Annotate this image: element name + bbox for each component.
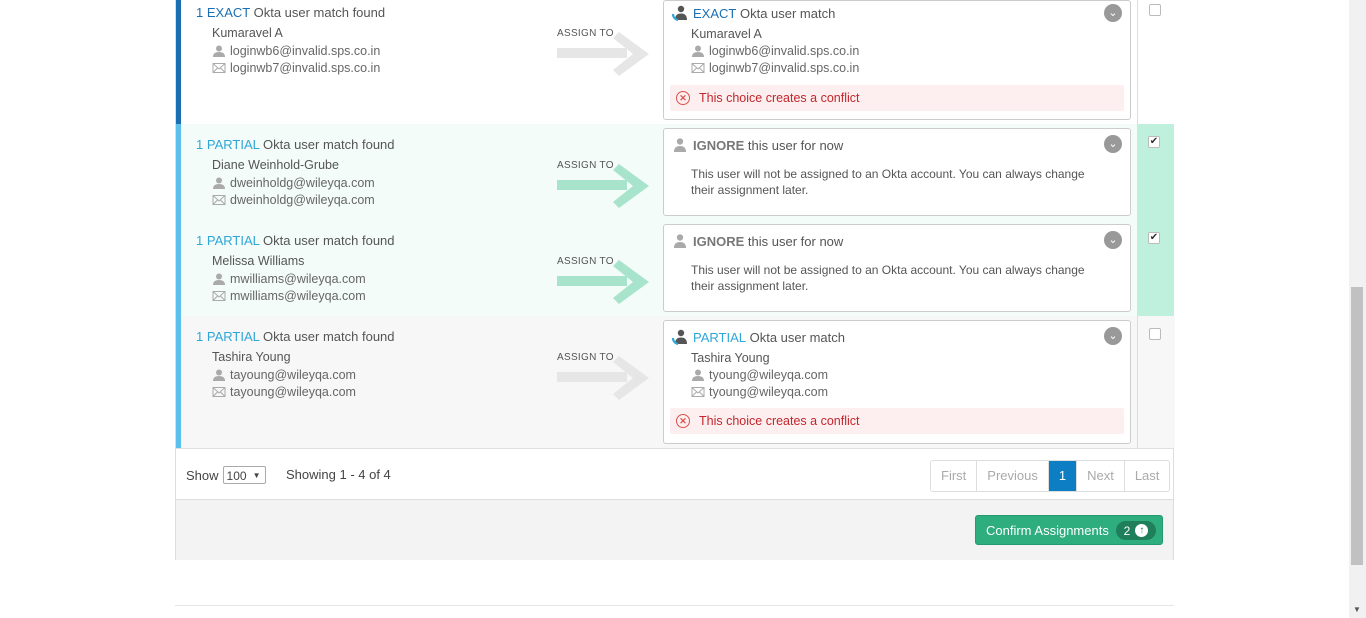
assignment-choice-card[interactable]: EXACT Okta user match ⌄ Kumaravel A logi… bbox=[663, 0, 1131, 120]
choice-header: IGNORE this user for now bbox=[672, 233, 843, 249]
pager-page-1[interactable]: 1 bbox=[1048, 461, 1078, 491]
assign-arrow-icon bbox=[557, 356, 649, 400]
chevron-down-icon[interactable]: ⌄ bbox=[1104, 327, 1122, 345]
user-name: Kumaravel A bbox=[212, 26, 283, 40]
assign-arrow-icon bbox=[557, 32, 649, 76]
user-icon bbox=[674, 234, 686, 248]
choice-header: IGNORE this user for now bbox=[672, 137, 843, 153]
assign-arrow-icon bbox=[557, 164, 649, 208]
row-checkbox[interactable] bbox=[1149, 328, 1161, 340]
pager-first[interactable]: First bbox=[931, 461, 978, 491]
choice-name: Kumaravel A bbox=[691, 27, 762, 41]
user-name: Diane Weinhold-Grube bbox=[212, 158, 339, 172]
assignment-choice-card[interactable]: PARTIAL Okta user match ⌄ Tashira Young … bbox=[663, 320, 1131, 444]
match-summary: 1 PARTIAL Okta user match found bbox=[196, 233, 395, 248]
ignore-message: This user will not be assigned to an Okt… bbox=[691, 167, 1085, 197]
row-select-cell bbox=[1137, 316, 1175, 448]
choice-email: loginwb7@invalid.sps.co.in bbox=[691, 61, 859, 75]
pagination-bar: Show 100 ▼ Showing 1 - 4 of 4 First Prev… bbox=[176, 448, 1173, 500]
assignment-choice-card[interactable]: IGNORE this user for now ⌄ This user wil… bbox=[663, 128, 1131, 216]
envelope-icon bbox=[212, 195, 226, 205]
user-row: 1 PARTIAL Okta user match found Tashira … bbox=[176, 316, 1137, 448]
match-summary: 1 EXACT Okta user match found bbox=[196, 5, 386, 20]
user-email: dweinholdg@wileyqa.com bbox=[212, 193, 375, 207]
user-email: tayoung@wileyqa.com bbox=[212, 385, 356, 399]
conflict-warning: ✕ This choice creates a conflict bbox=[670, 408, 1124, 434]
choice-username: tyoung@wileyqa.com bbox=[691, 368, 828, 382]
choice-name: Tashira Young bbox=[691, 351, 770, 365]
chevron-down-icon[interactable]: ⌄ bbox=[1104, 135, 1122, 153]
match-summary: 1 PARTIAL Okta user match found bbox=[196, 329, 395, 344]
arrow-up-circle-icon: ↑ bbox=[1135, 524, 1149, 537]
user-match-icon bbox=[672, 329, 687, 345]
user-username: tayoung@wileyqa.com bbox=[212, 368, 356, 382]
row-select-cell: ✔ bbox=[1137, 220, 1174, 316]
user-email: loginwb7@invalid.sps.co.in bbox=[212, 61, 380, 75]
pager-previous[interactable]: Previous bbox=[977, 461, 1049, 491]
pager: First Previous 1 Next Last bbox=[930, 460, 1171, 492]
ignore-message: This user will not be assigned to an Okt… bbox=[691, 263, 1085, 293]
row-stripe bbox=[176, 220, 181, 316]
row-checkbox[interactable]: ✔ bbox=[1148, 136, 1160, 148]
user-email: mwilliams@wileyqa.com bbox=[212, 289, 366, 303]
showing-count: Showing 1 - 4 of 4 bbox=[286, 467, 391, 482]
row-select-cell: ✔ bbox=[1137, 124, 1174, 220]
page-size-select[interactable]: 100 ▼ bbox=[222, 466, 266, 484]
envelope-icon bbox=[212, 387, 226, 397]
row-stripe bbox=[176, 316, 181, 448]
pager-last[interactable]: Last bbox=[1124, 461, 1170, 491]
envelope-icon bbox=[212, 63, 226, 73]
user-icon bbox=[692, 369, 704, 381]
envelope-icon bbox=[691, 63, 705, 73]
user-row: 1 PARTIAL Okta user match found Diane We… bbox=[176, 124, 1137, 220]
user-icon bbox=[213, 177, 225, 189]
user-row: 1 PARTIAL Okta user match found Melissa … bbox=[176, 220, 1137, 316]
scroll-down-icon[interactable]: ▼ bbox=[1353, 605, 1361, 614]
chevron-down-icon[interactable]: ⌄ bbox=[1104, 4, 1122, 22]
envelope-icon bbox=[212, 291, 226, 301]
user-row: 1 EXACT Okta user match found Kumaravel … bbox=[176, 0, 1137, 124]
envelope-icon bbox=[691, 387, 705, 397]
user-username: loginwb6@invalid.sps.co.in bbox=[212, 44, 380, 58]
show-label: Show bbox=[186, 467, 219, 483]
chevron-down-icon[interactable]: ⌄ bbox=[1104, 231, 1122, 249]
pager-next[interactable]: Next bbox=[1077, 461, 1125, 491]
row-stripe bbox=[176, 0, 181, 124]
vertical-scrollbar[interactable]: ▼ bbox=[1349, 0, 1366, 618]
assignment-choice-card[interactable]: IGNORE this user for now ⌄ This user wil… bbox=[663, 224, 1131, 312]
assign-arrow-icon bbox=[557, 260, 649, 304]
user-name: Melissa Williams bbox=[212, 254, 305, 268]
user-icon bbox=[674, 138, 686, 152]
scrollbar-thumb[interactable] bbox=[1351, 287, 1363, 565]
row-stripe bbox=[176, 124, 181, 220]
choice-header: PARTIAL Okta user match bbox=[672, 329, 845, 345]
user-match-icon bbox=[672, 5, 687, 21]
row-checkbox[interactable]: ✔ bbox=[1148, 232, 1160, 244]
user-icon bbox=[213, 45, 225, 57]
action-bar: Confirm Assignments 2 ↑ bbox=[176, 499, 1173, 560]
page-divider bbox=[175, 605, 1174, 606]
row-select-cell bbox=[1137, 0, 1175, 124]
choice-username: loginwb6@invalid.sps.co.in bbox=[691, 44, 859, 58]
user-name: Tashira Young bbox=[212, 350, 291, 364]
confirm-count-badge: 2 ↑ bbox=[1116, 521, 1156, 540]
user-icon bbox=[213, 273, 225, 285]
match-summary: 1 PARTIAL Okta user match found bbox=[196, 137, 395, 152]
error-circle-icon: ✕ bbox=[676, 414, 690, 428]
row-checkbox[interactable] bbox=[1149, 4, 1161, 16]
user-username: dweinholdg@wileyqa.com bbox=[212, 176, 375, 190]
assignments-panel: 1 EXACT Okta user match found Kumaravel … bbox=[175, 0, 1175, 560]
user-icon bbox=[692, 45, 704, 57]
chevron-down-icon: ▼ bbox=[252, 471, 261, 480]
user-icon bbox=[213, 369, 225, 381]
conflict-warning: ✕ This choice creates a conflict bbox=[670, 85, 1124, 111]
choice-email: tyoung@wileyqa.com bbox=[691, 385, 828, 399]
confirm-assignments-button[interactable]: Confirm Assignments 2 ↑ bbox=[975, 515, 1163, 545]
confirm-label: Confirm Assignments bbox=[986, 522, 1109, 538]
choice-header: EXACT Okta user match bbox=[672, 5, 835, 21]
page-size-control: Show 100 ▼ bbox=[186, 466, 266, 484]
error-circle-icon: ✕ bbox=[676, 91, 690, 105]
user-username: mwilliams@wileyqa.com bbox=[212, 272, 366, 286]
